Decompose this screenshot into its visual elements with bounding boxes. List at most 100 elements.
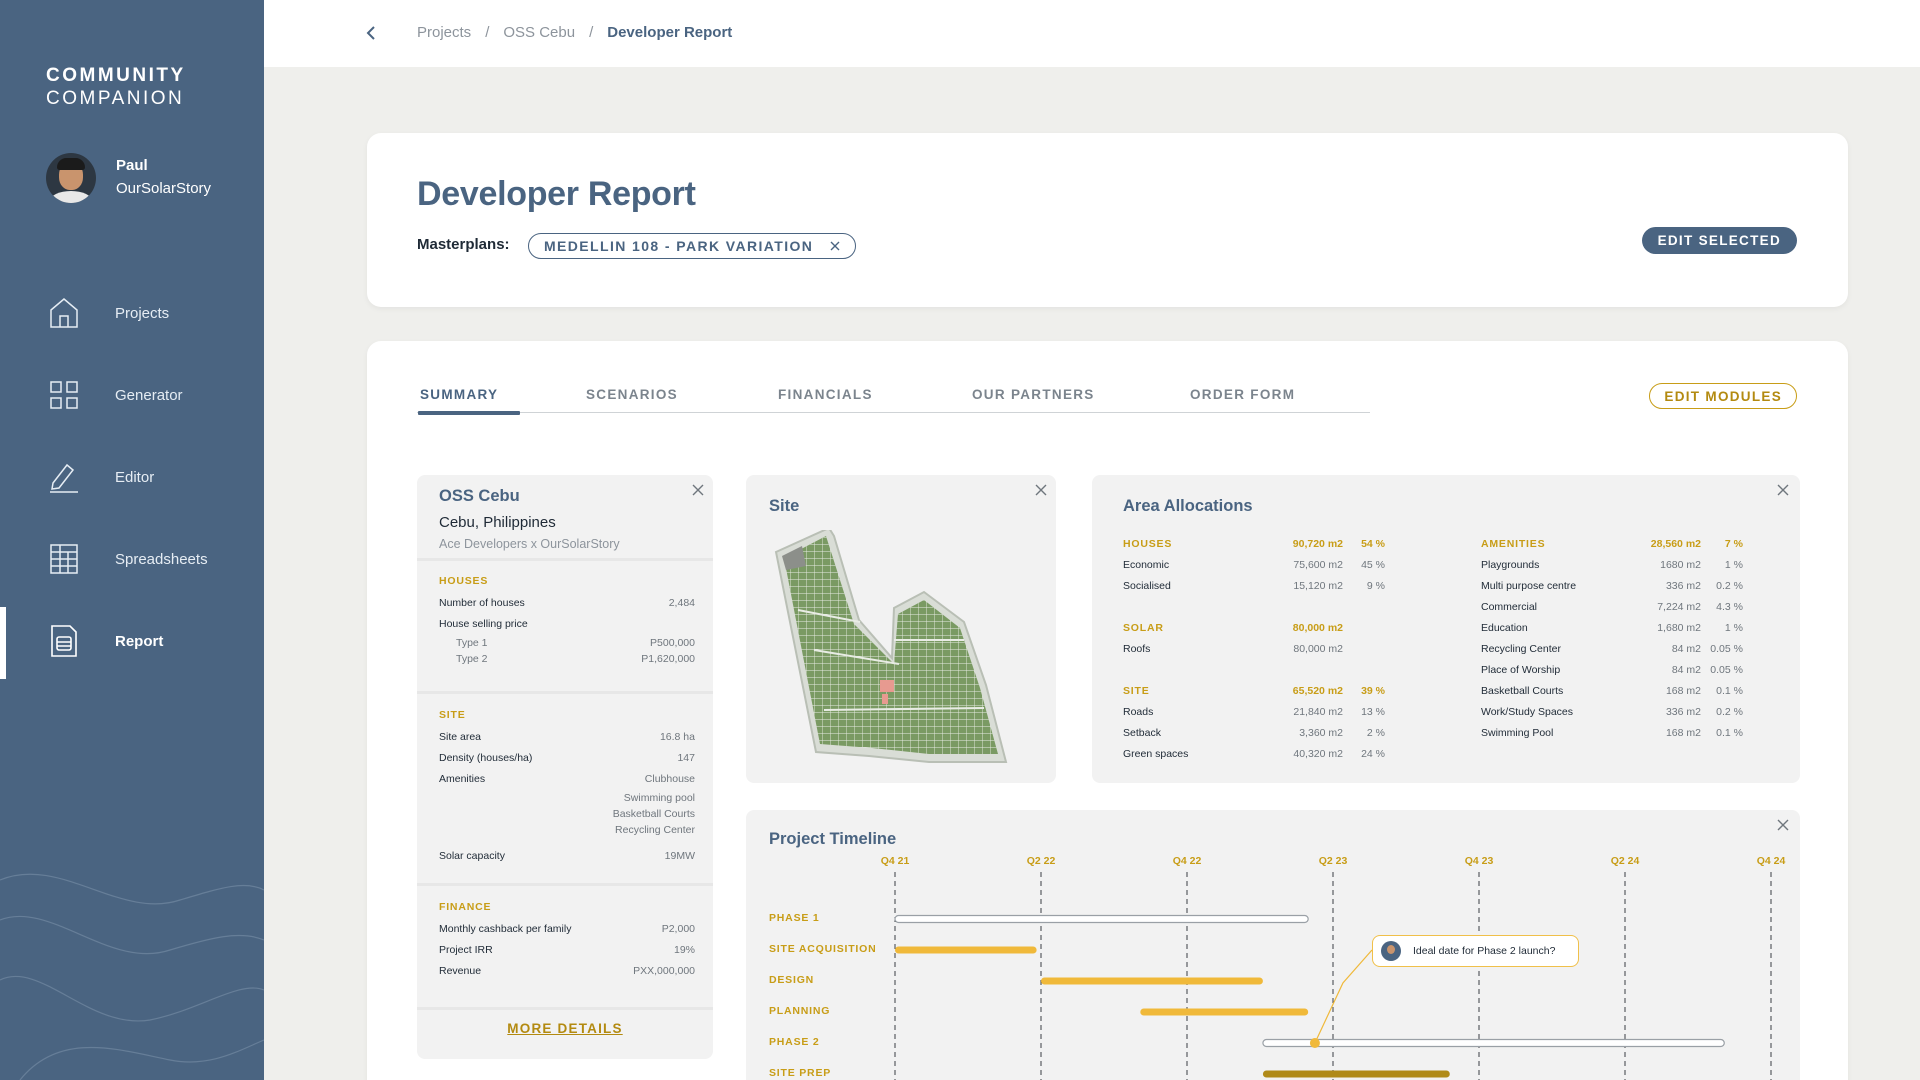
project-location: Cebu, Philippines — [439, 514, 556, 531]
quarter-label: Q4 21 — [880, 855, 910, 867]
info-row: Solar capacity 19MW — [439, 850, 695, 862]
nav-item-generator[interactable]: Generator — [0, 354, 264, 436]
breadcrumb: Projects / OSS Cebu / Developer Report — [417, 24, 732, 41]
project-info-panel: OSS Cebu Cebu, Philippines Ace Developer… — [417, 475, 713, 1059]
divider — [417, 883, 713, 886]
allocation-percent: 39 % — [1361, 685, 1385, 697]
allocation-row: Recycling Center 84 m2 0.05 % — [1481, 639, 1743, 660]
close-icon[interactable] — [691, 483, 705, 497]
spreadsheet-icon — [48, 543, 80, 575]
edit-selected-button[interactable]: EDIT SELECTED — [1641, 227, 1797, 254]
nav-item-editor[interactable]: Editor — [0, 436, 264, 518]
allocation-left-column: HOUSES 90,720 m2 54 % Economic 75,600 m2 45 %… — [1123, 534, 1385, 765]
phase-bar[interactable] — [1140, 1008, 1309, 1016]
divider — [417, 558, 713, 561]
allocation-area: 7,224 m2 — [1657, 601, 1701, 613]
timeline-chart — [894, 872, 1772, 1080]
allocation-category: AMENITIES 28,560 m2 7 % — [1481, 534, 1743, 555]
page-title: Developer Report — [417, 175, 696, 213]
allocation-label: Roads — [1123, 706, 1154, 718]
user-profile[interactable]: Paul OurSolarStory — [46, 153, 211, 203]
allocation-row: Socialised 15,120 m2 9 % — [1123, 576, 1385, 597]
breadcrumb-projects[interactable]: Projects — [417, 24, 471, 41]
main-nav: Projects Generator Editor Spreadsheets R… — [0, 272, 264, 682]
avatar — [46, 153, 96, 203]
phase-bar[interactable] — [1262, 1038, 1725, 1048]
info-row: House selling price — [439, 618, 528, 630]
tab-summary[interactable]: SUMMARY — [417, 387, 521, 415]
allocation-label: Setback — [1123, 727, 1161, 739]
site-map[interactable] — [774, 530, 1034, 770]
allocation-row: Education 1,680 m2 1 % — [1481, 618, 1743, 639]
breadcrumb-oss-cebu[interactable]: OSS Cebu — [503, 24, 575, 41]
nav-item-spreadsheets[interactable]: Spreadsheets — [0, 518, 264, 600]
tab-scenarios[interactable]: SCENARIOS — [586, 387, 678, 411]
logo-line1: COMMUNITY — [46, 65, 186, 86]
site-panel: Site — [746, 475, 1056, 783]
close-icon[interactable] — [1034, 483, 1048, 497]
pencil-icon — [48, 461, 80, 493]
phase-bar[interactable] — [894, 914, 1309, 924]
quarter-label: Q2 24 — [1610, 855, 1640, 867]
nav-item-projects[interactable]: Projects — [0, 272, 264, 354]
allocation-row: Playgrounds 1680 m2 1 % — [1481, 555, 1743, 576]
close-icon[interactable] — [1776, 483, 1790, 497]
user-name: Paul — [116, 157, 148, 174]
chevron-left-icon — [366, 26, 375, 40]
report-header-card: Developer Report Masterplans: MEDELLIN 1… — [367, 133, 1848, 307]
info-row: Amenities Clubhouse — [439, 773, 695, 785]
allocation-row: Roofs 80,000 m2 — [1123, 639, 1385, 660]
phase-bar[interactable] — [1041, 977, 1263, 985]
sidebar: COMMUNITY COMPANION Paul OurSolarStory P… — [0, 0, 264, 1080]
nav-label: Generator — [115, 386, 183, 404]
breadcrumb-separator: / — [589, 24, 594, 41]
decorative-waves — [0, 873, 264, 1080]
allocation-label: Socialised — [1123, 580, 1171, 592]
nav-label: Report — [115, 632, 164, 650]
quarter-label: Q4 24 — [1756, 855, 1786, 867]
phase-bar[interactable] — [895, 946, 1037, 954]
tab-order-form[interactable]: ORDER FORM — [1190, 387, 1295, 411]
nav-item-report[interactable]: Report — [0, 600, 264, 682]
panel-title: Area Allocations — [1123, 497, 1253, 515]
tab-our-partners[interactable]: OUR PARTNERS — [972, 387, 1095, 411]
app-logo[interactable]: COMMUNITY COMPANION — [46, 64, 186, 110]
divider — [417, 691, 713, 694]
site-section: SITE Site area 16.8 ha Density (houses/ha… — [439, 709, 695, 867]
avatar — [1381, 941, 1401, 961]
comment-marker[interactable] — [1309, 1038, 1320, 1048]
allocation-area: 1680 m2 — [1660, 559, 1701, 571]
edit-modules-button[interactable]: EDIT MODULES — [1649, 383, 1797, 409]
allocation-label: Work/Study Spaces — [1481, 706, 1574, 718]
tab-financials[interactable]: FINANCIALS — [778, 387, 873, 411]
allocation-row: Place of Worship 84 m2 0.05 % — [1481, 660, 1743, 681]
allocation-area: 21,840 m2 — [1293, 706, 1343, 718]
back-button[interactable] — [360, 22, 382, 44]
allocation-percent: 24 % — [1361, 748, 1385, 760]
info-subrow: Type 2 P1,620,000 — [456, 653, 695, 665]
info-row: Project IRR 19% — [439, 944, 695, 956]
phase-bar[interactable] — [1262, 1070, 1450, 1078]
more-details-link[interactable]: MORE DETAILS — [417, 1021, 713, 1036]
allocation-area: 84 m2 — [1671, 643, 1701, 655]
timeline-comment[interactable]: Ideal date for Phase 2 launch? — [1372, 935, 1579, 967]
allocation-percent: 9 % — [1366, 580, 1385, 592]
allocation-label: SITE — [1123, 685, 1150, 697]
allocation-area: 65,520 m2 — [1292, 685, 1343, 697]
houses-section: HOUSES Number of houses 2,484 House selli… — [439, 575, 695, 667]
allocation-area: 336 m2 — [1665, 706, 1701, 718]
allocation-percent: 1 % — [1724, 622, 1743, 634]
allocation-category: SOLAR 80,000 m2 — [1123, 618, 1385, 639]
allocation-label: Green spaces — [1123, 748, 1189, 760]
allocation-area: 1,680 m2 — [1657, 622, 1701, 634]
allocation-percent: 1 % — [1724, 559, 1743, 571]
allocation-label: SOLAR — [1123, 622, 1164, 634]
allocation-percent: 2 % — [1366, 727, 1385, 739]
allocation-area: 168 m2 — [1665, 727, 1701, 739]
info-subrow: Type 1 P500,000 — [456, 637, 695, 649]
project-timeline-panel: Project Timeline PHASE 1 SITE ACQUISITION… — [746, 810, 1800, 1080]
close-icon[interactable] — [827, 238, 843, 254]
masterplan-chip[interactable]: MEDELLIN 108 - PARK VARIATION — [528, 233, 856, 259]
allocation-area: 3,360 m2 — [1299, 727, 1343, 739]
allocation-label: Place of Worship — [1481, 664, 1561, 676]
